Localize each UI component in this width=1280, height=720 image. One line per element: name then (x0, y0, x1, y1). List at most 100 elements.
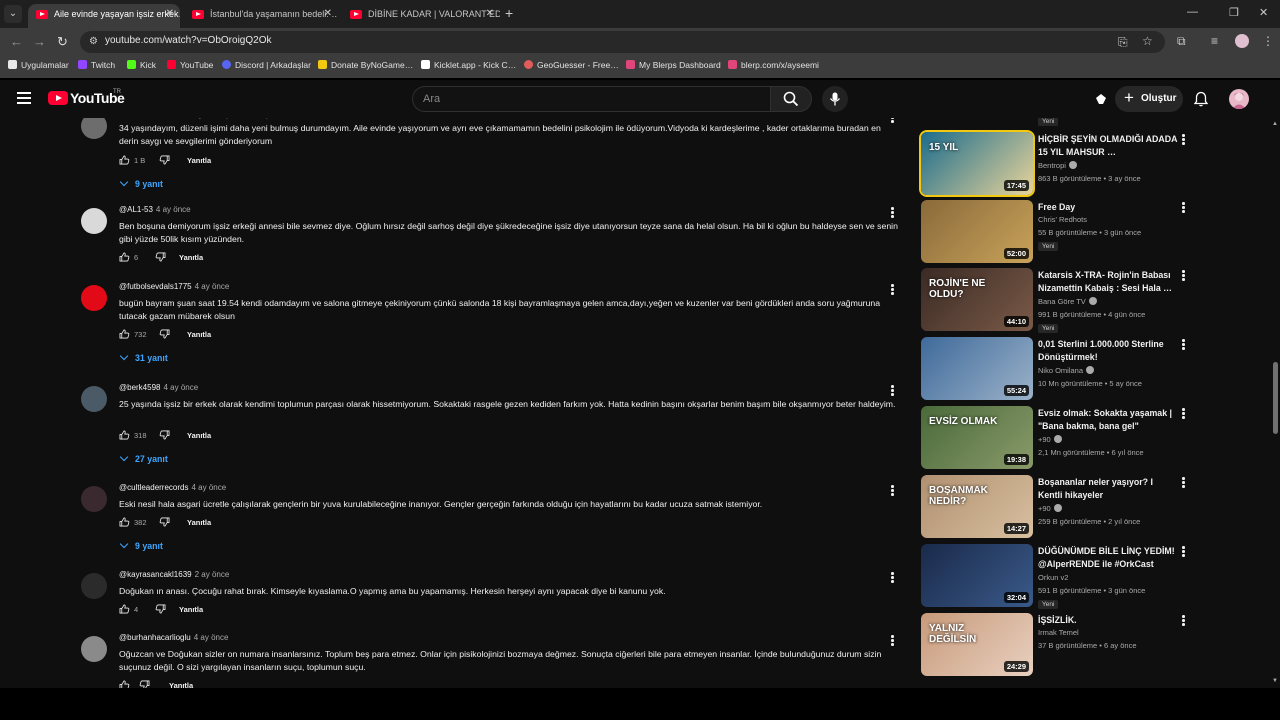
video-actions-menu-icon[interactable] (1182, 134, 1185, 145)
bookmark-twitch[interactable]: Twitch (78, 60, 115, 70)
scroll-down-icon[interactable]: ▼ (1272, 678, 1278, 684)
voice-search-button[interactable] (822, 86, 848, 112)
view-replies-button[interactable]: 27 yanıt (119, 452, 168, 464)
notifications-bell-icon[interactable] (1194, 91, 1208, 107)
commenter-avatar[interactable] (81, 573, 107, 599)
related-video-card[interactable]: 32:04 DÜĞÜNÜMDE BİLE LİNÇ YEDİM! @AlperR… (920, 544, 1265, 609)
view-replies-button[interactable]: 9 yanıt (119, 539, 163, 551)
like-icon[interactable] (119, 252, 130, 262)
account-avatar[interactable] (1229, 89, 1249, 109)
tab-search-dropdown[interactable]: ⌄ (4, 5, 22, 23)
comment-time[interactable]: 2 ay önce (195, 570, 230, 579)
bookmark-star-icon[interactable]: ☆ (1142, 34, 1153, 48)
dislike-icon[interactable] (139, 680, 150, 688)
comment-time[interactable]: 4 ay önce (194, 633, 229, 642)
view-replies-button[interactable]: 31 yanıt (119, 351, 168, 363)
video-channel[interactable]: +90 (1038, 435, 1062, 444)
comment-author[interactable]: @AL1-53 (119, 205, 153, 214)
related-video-card[interactable]: 52:00 Free Day Chris' Redhots 55 B görün… (920, 200, 1265, 264)
video-thumbnail[interactable]: 55:24 (921, 337, 1033, 400)
bookmark-geoguesser[interactable]: GeoGuesser - Free… (524, 60, 619, 70)
comment-author[interactable]: @cultleaderrecords (119, 483, 188, 492)
comment-author[interactable]: @kayrasancakl1639 (119, 570, 192, 579)
menu-kebab-icon[interactable]: ⋮ (1262, 34, 1274, 48)
comment-time[interactable]: 4 ay önce (163, 383, 198, 392)
comment-actions-menu-icon[interactable] (891, 635, 894, 646)
like-icon[interactable] (119, 329, 130, 339)
commenter-avatar[interactable] (81, 636, 107, 662)
video-actions-menu-icon[interactable] (1182, 477, 1185, 488)
video-actions-menu-icon[interactable] (1182, 408, 1185, 419)
video-channel[interactable]: Bentropi (1038, 161, 1077, 170)
comment-author[interactable]: @berk4598 (119, 383, 160, 392)
bookmark-youtube[interactable]: YouTube (167, 60, 213, 70)
commenter-avatar[interactable] (81, 285, 107, 311)
close-window-icon[interactable]: ✕ (1259, 6, 1268, 19)
comment-author[interactable]: @futbolsevdals1775 (119, 282, 192, 291)
browser-tab-2[interactable]: İstanbul'da yaşamanın bedeli: … ✕ (184, 4, 338, 28)
close-tab-icon[interactable]: ✕ (324, 4, 332, 24)
like-icon[interactable] (119, 680, 130, 688)
reply-button[interactable]: Yanıtla (187, 518, 211, 527)
menu-hamburger-icon[interactable] (17, 92, 31, 104)
install-app-icon[interactable]: ⎘ (1118, 35, 1128, 50)
comment-actions-menu-icon[interactable] (891, 207, 894, 218)
forward-icon[interactable]: → (33, 34, 46, 49)
dislike-icon[interactable] (159, 430, 170, 440)
video-channel[interactable]: Chris' Redhots (1038, 215, 1087, 224)
related-video-card[interactable]: YALNIZ DEĞİLSİN 24:29 İŞSİZLİK. Irmak Te… (920, 613, 1265, 677)
bookmark-kicklet[interactable]: Kicklet.app - Kick C… (421, 60, 516, 70)
new-tab-button[interactable]: + (505, 5, 513, 21)
video-title[interactable]: İŞSİZLİK. (1038, 614, 1178, 627)
bookmark-apps[interactable]: Uygulamalar (8, 60, 69, 70)
reply-button[interactable]: Yanıtla (187, 431, 211, 440)
video-channel[interactable]: Bana Göre TV (1038, 297, 1097, 306)
video-channel[interactable]: Niko Omilana (1038, 366, 1095, 375)
reply-button[interactable]: Yanıtla (187, 156, 211, 165)
bookmark-blerps-dashboard[interactable]: My Blerps Dashboard (626, 60, 721, 70)
reply-button[interactable]: Yanıtla (179, 605, 203, 614)
dislike-icon[interactable] (159, 329, 170, 339)
video-thumbnail[interactable]: 15 YIL 17:45 (921, 132, 1033, 195)
comment-actions-menu-icon[interactable] (891, 385, 894, 396)
related-video-card[interactable]: EVSİZ OLMAK 19:38 Evsiz olmak: Sokakta y… (920, 406, 1265, 470)
video-thumbnail[interactable]: YALNIZ DEĞİLSİN 24:29 (921, 613, 1033, 676)
dislike-icon[interactable] (155, 604, 166, 614)
comment-time[interactable]: 4 ay önce (156, 205, 191, 214)
dislike-icon[interactable] (155, 252, 166, 262)
video-title[interactable]: Evsiz olmak: Sokakta yaşamak | "Bana bak… (1038, 407, 1178, 433)
video-actions-menu-icon[interactable] (1182, 202, 1185, 213)
minimize-icon[interactable]: — (1187, 6, 1198, 18)
back-icon[interactable]: ← (10, 34, 23, 49)
create-button[interactable]: Oluştur (1115, 85, 1183, 112)
restore-icon[interactable]: ❐ (1229, 6, 1239, 19)
comment-actions-menu-icon[interactable] (891, 284, 894, 295)
related-video-card[interactable]: 15 YIL 17:45 HİÇBİR ŞEYİN OLMADIĞI ADADA… (920, 132, 1265, 196)
related-video-card[interactable]: BOŞANMAK NEDİR? 14:27 Boşananlar neler y… (920, 475, 1265, 539)
create-clip-icon[interactable] (1094, 92, 1108, 106)
dislike-icon[interactable] (159, 155, 170, 165)
extensions-icon[interactable]: ⧉ (1177, 34, 1186, 49)
video-thumbnail[interactable]: BOŞANMAK NEDİR? 14:27 (921, 475, 1033, 538)
video-thumbnail[interactable]: 52:00 (921, 200, 1033, 263)
like-icon[interactable] (119, 517, 130, 527)
site-info-icon[interactable]: ⚙ (89, 36, 98, 47)
video-actions-menu-icon[interactable] (1182, 270, 1185, 281)
video-title[interactable]: Boşananlar neler yaşıyor? I Kentli hikay… (1038, 476, 1178, 502)
video-channel[interactable]: +90 (1038, 504, 1062, 513)
like-icon[interactable] (119, 430, 130, 440)
dislike-icon[interactable] (159, 517, 170, 527)
comment-author[interactable]: @burhanhacarlioglu (119, 633, 191, 642)
comment-time[interactable]: 4 ay önce (195, 282, 230, 291)
video-channel[interactable]: Irmak Temel (1038, 628, 1079, 637)
bookmark-bynogame[interactable]: Donate ByNoGame… (318, 60, 413, 70)
video-title[interactable]: DÜĞÜNÜMDE BİLE LİNÇ YEDİM! @AlperRENDE i… (1038, 545, 1178, 571)
page-scrollbar[interactable]: ▲ ▼ (1270, 118, 1280, 688)
related-video-card[interactable]: 55:24 0,01 Sterlini 1.000.000 Sterline D… (920, 337, 1265, 401)
video-title[interactable]: Free Day (1038, 201, 1178, 214)
commenter-avatar[interactable] (81, 208, 107, 234)
video-channel[interactable]: Orkun v2 (1038, 573, 1068, 582)
video-actions-menu-icon[interactable] (1182, 339, 1185, 350)
like-icon[interactable] (119, 604, 130, 614)
comment-actions-menu-icon[interactable] (891, 485, 894, 496)
